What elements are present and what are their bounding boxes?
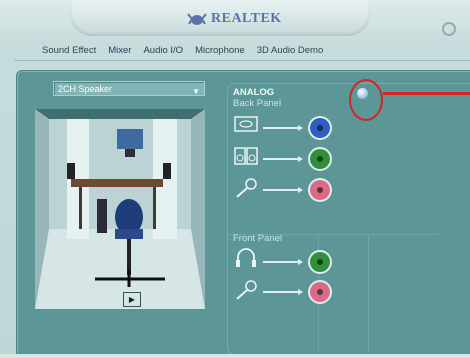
back-speaker-out-jack[interactable] bbox=[310, 149, 330, 169]
window-controls[interactable] bbox=[442, 22, 470, 36]
microphone-icon bbox=[236, 280, 257, 300]
front-panel-label: Front Panel bbox=[233, 233, 283, 244]
back-panel-label: Back Panel bbox=[233, 98, 282, 109]
tab-sound-effect[interactable]: Sound Effect bbox=[36, 44, 102, 58]
annotation-circle bbox=[349, 79, 383, 121]
back-speaker-out-wire bbox=[263, 156, 303, 162]
back-line-in-jack[interactable] bbox=[310, 118, 330, 138]
tab-microphone[interactable]: Microphone bbox=[189, 44, 251, 58]
analog-heading: ANALOG bbox=[233, 87, 275, 98]
chevron-down-icon[interactable]: ▼ bbox=[192, 84, 200, 99]
tab-3d-audio-demo[interactable]: 3D Audio Demo bbox=[251, 44, 330, 58]
tab-bar: Sound Effect Mixer Audio I/O Microphone … bbox=[36, 44, 329, 58]
tab-audio-io[interactable]: Audio I/O bbox=[137, 44, 189, 58]
room-illustration bbox=[35, 109, 205, 309]
headphone-icon bbox=[236, 248, 256, 267]
front-mic-jack[interactable] bbox=[310, 282, 330, 302]
brand-name: REALTEK bbox=[211, 11, 282, 26]
front-headphone-jack[interactable] bbox=[310, 252, 330, 272]
realtek-audio-manager-window: REALTEK Sound Effect Mixer Audio I/O Mic… bbox=[0, 0, 470, 358]
bottom-edge bbox=[0, 354, 470, 358]
crab-logo-icon bbox=[187, 13, 207, 25]
tab-mixer[interactable]: Mixer bbox=[102, 44, 137, 58]
microphone-icon bbox=[236, 178, 257, 198]
speaker-out-icon bbox=[234, 147, 258, 165]
control-dot-icon[interactable] bbox=[442, 22, 456, 36]
audio-io-panel: 2CH Speaker ▼ ▶ ANALOG Back Panel Front … bbox=[16, 70, 470, 356]
speaker-config-value: 2CH Speaker bbox=[58, 84, 113, 94]
back-mic-wire bbox=[263, 187, 303, 193]
play-button[interactable]: ▶ bbox=[123, 292, 141, 307]
line-in-icon bbox=[234, 116, 258, 132]
speaker-room-preview bbox=[35, 109, 205, 309]
grid-divider bbox=[368, 234, 369, 352]
realtek-logo: REALTEK bbox=[186, 10, 282, 28]
back-line-in-wire bbox=[263, 125, 303, 131]
analog-jacks-box bbox=[227, 83, 470, 355]
front-headphone-wire bbox=[263, 259, 303, 265]
tab-divider bbox=[14, 60, 470, 61]
front-mic-wire bbox=[263, 289, 303, 295]
speaker-config-select[interactable]: 2CH Speaker ▼ bbox=[53, 81, 205, 96]
back-mic-jack[interactable] bbox=[310, 180, 330, 200]
annotation-pointer-line bbox=[383, 92, 470, 95]
